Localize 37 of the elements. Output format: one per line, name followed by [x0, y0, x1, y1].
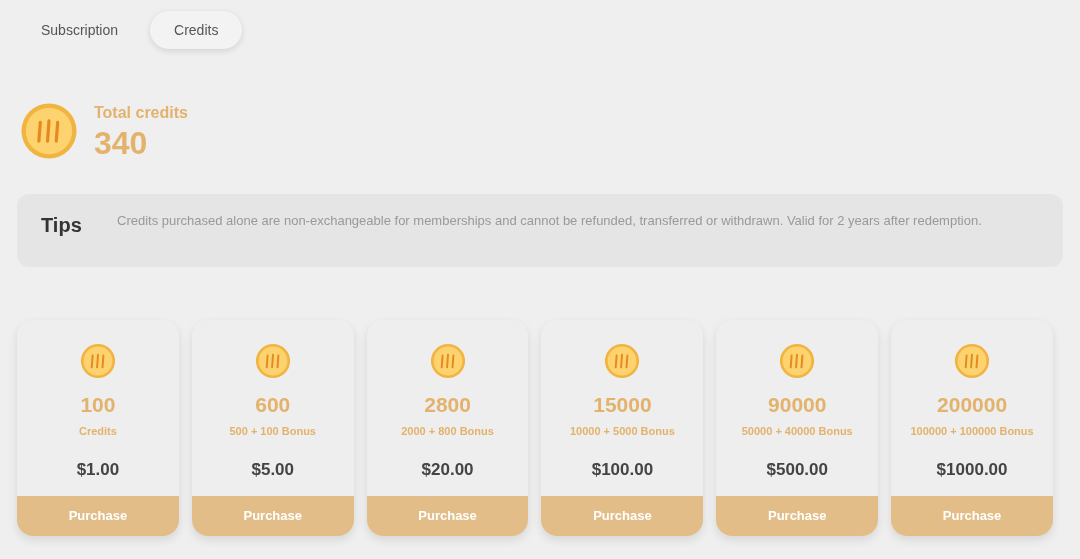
purchase-button[interactable]: Purchase: [191, 496, 354, 536]
credit-detail: 10000 + 5000 Bonus: [569, 423, 675, 439]
credit-detail: Credits: [78, 423, 117, 439]
credit-amount: 15000: [593, 392, 652, 418]
coin-icon: [79, 343, 116, 379]
price: $1000.00: [936, 459, 1008, 481]
credit-amount: 100: [80, 392, 116, 418]
price: $100.00: [591, 459, 654, 481]
price: $1.00: [76, 459, 120, 481]
balance-label: Total credits: [94, 103, 188, 123]
price: $500.00: [766, 459, 828, 481]
credit-detail: 500 + 100 Bonus: [229, 423, 316, 439]
purchase-button[interactable]: Purchase: [716, 496, 879, 536]
credit-amount: 90000: [768, 392, 827, 418]
purchase-button[interactable]: Purchase: [17, 496, 179, 536]
credit-detail: 2000 + 800 Bonus: [401, 423, 494, 439]
purchase-button[interactable]: Purchase: [366, 496, 529, 536]
coin-icon: [604, 343, 641, 379]
purchase-button[interactable]: Purchase: [891, 496, 1053, 536]
balance-value: 340: [94, 125, 149, 161]
price: $20.00: [421, 459, 474, 481]
coin-icon: [779, 343, 816, 379]
tab[interactable]: Subscription: [17, 11, 143, 49]
tips-text: Credits purchased alone are non-exchangeable for memberships and cannot be refunded, transferred or withdrawn. Valid for 2 years after redemption.: [117, 212, 982, 230]
tips-title: Tips: [41, 213, 83, 238]
credit-detail: 50000 + 40000 Bonus: [741, 423, 853, 439]
credit-amount: 600: [255, 392, 291, 418]
coin-icon: [254, 343, 291, 379]
coin-icon: [954, 343, 991, 379]
coin-icon: [20, 102, 78, 160]
tab[interactable]: Credits: [150, 11, 243, 49]
credit-detail: 100000 + 100000 Bonus: [910, 423, 1034, 439]
credit-amount: 2800: [424, 392, 471, 418]
price: $5.00: [251, 459, 294, 481]
credit-amount: 200000: [937, 392, 1008, 418]
coin-icon: [429, 343, 466, 379]
purchase-button[interactable]: Purchase: [541, 496, 704, 536]
